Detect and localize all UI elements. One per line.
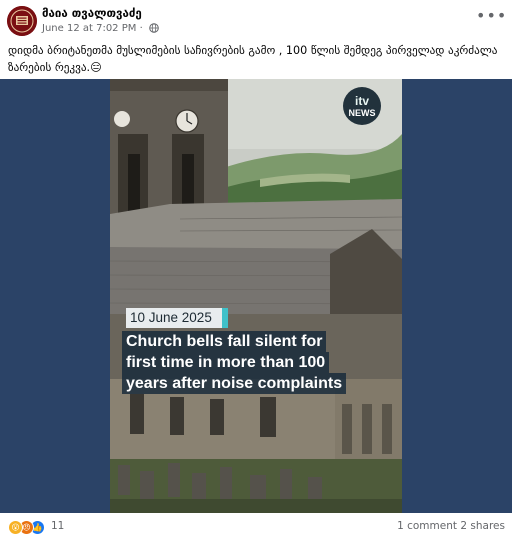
video-player[interactable]: itv NEWS 10 June 2025 Church bells fall … (110, 79, 402, 513)
avatar[interactable] (7, 6, 37, 36)
post-text: დიდმა ბრიტანეთმა მუსლიმების საჩივრების გ… (8, 44, 498, 74)
date-badge: 10 June 2025 (126, 308, 228, 328)
video-frame-church (110, 79, 402, 513)
headline-caption: Church bells fall silent for first time … (122, 331, 392, 394)
logo-line-2: NEWS (348, 108, 376, 118)
caption-line-3: years after noise complaints (122, 373, 347, 394)
more-options-button[interactable]: ••• (476, 8, 506, 29)
caption-line-2: first time in more than 100 (122, 352, 330, 373)
shares-count-link[interactable]: 2 shares (460, 520, 505, 532)
comments-count-link[interactable]: 1 comment (397, 520, 457, 532)
avatar-emblem-icon (7, 6, 37, 36)
post-header: მაია თვალთვაძე June 12 at 7:02 PM · ••• (0, 0, 512, 40)
engagement-bar: 😮 😠 👍 11 1 comment 2 shares (0, 514, 512, 538)
logo-line-1: itv (354, 94, 369, 108)
post-meta: June 12 at 7:02 PM · (42, 23, 159, 34)
wow-icon: 😮 (8, 520, 23, 535)
author-name[interactable]: მაია თვალთვაძე (42, 6, 142, 20)
post-media[interactable]: itv NEWS 10 June 2025 Church bells fall … (0, 79, 512, 513)
post-timestamp[interactable]: June 12 at 7:02 PM (42, 23, 136, 34)
caption-line-1: Church bells fall silent for (122, 331, 327, 352)
globe-icon (149, 23, 159, 33)
reaction-count[interactable]: 11 (51, 520, 64, 532)
itv-news-logo: itv NEWS (343, 87, 381, 125)
